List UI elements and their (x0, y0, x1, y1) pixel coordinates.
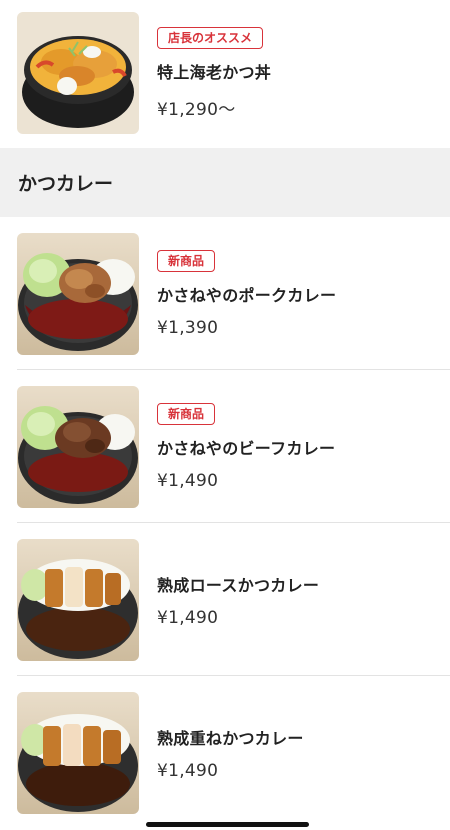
menu-item-name: 熟成ロースかつカレー (157, 575, 320, 595)
menu-item-price: ¥1,490 (157, 470, 219, 491)
beef-curry-image (17, 385, 139, 508)
menu-item-price: ¥1,290～ (157, 99, 236, 120)
menu-item-pork-curry[interactable]: 新商品 かさねやのポークカレー ¥1,390 (0, 217, 450, 370)
menu-item-name: かさねやのポークカレー (157, 285, 337, 305)
menu-item-name: 熟成重ねかつカレー (157, 728, 304, 748)
section-header-katsu-curry: かつカレー (0, 148, 450, 217)
menu-item-tokujo-ebi-katsudon[interactable]: 店長のオススメ 特上海老かつ丼 ¥1,290～ (0, 0, 450, 146)
section-title: かつカレー (18, 173, 114, 195)
new-item-badge: 新商品 (157, 402, 216, 425)
menu-item-price: ¥1,490 (157, 760, 219, 781)
menu-item-roast-katsu-curry[interactable]: 熟成ロースかつカレー ¥1,490 (0, 523, 450, 676)
menu-item-price: ¥1,390 (157, 317, 219, 338)
menu-item-price: ¥1,490 (157, 607, 219, 628)
menu-item-kasane-katsu-curry[interactable]: 熟成重ねかつカレー ¥1,490 (0, 676, 450, 829)
roast-katsu-curry-image (17, 538, 139, 661)
home-indicator (146, 822, 309, 827)
katsudon-image (17, 12, 139, 134)
menu-item-name: 特上海老かつ丼 (157, 62, 272, 82)
new-item-badge: 新商品 (157, 249, 216, 272)
menu-item-beef-curry[interactable]: 新商品 かさねやのビーフカレー ¥1,490 (0, 370, 450, 523)
kasane-katsu-curry-image (17, 691, 139, 814)
menu-item-name: かさねやのビーフカレー (157, 438, 336, 458)
pork-curry-image (17, 232, 139, 355)
recommend-badge: 店長のオススメ (157, 26, 264, 49)
